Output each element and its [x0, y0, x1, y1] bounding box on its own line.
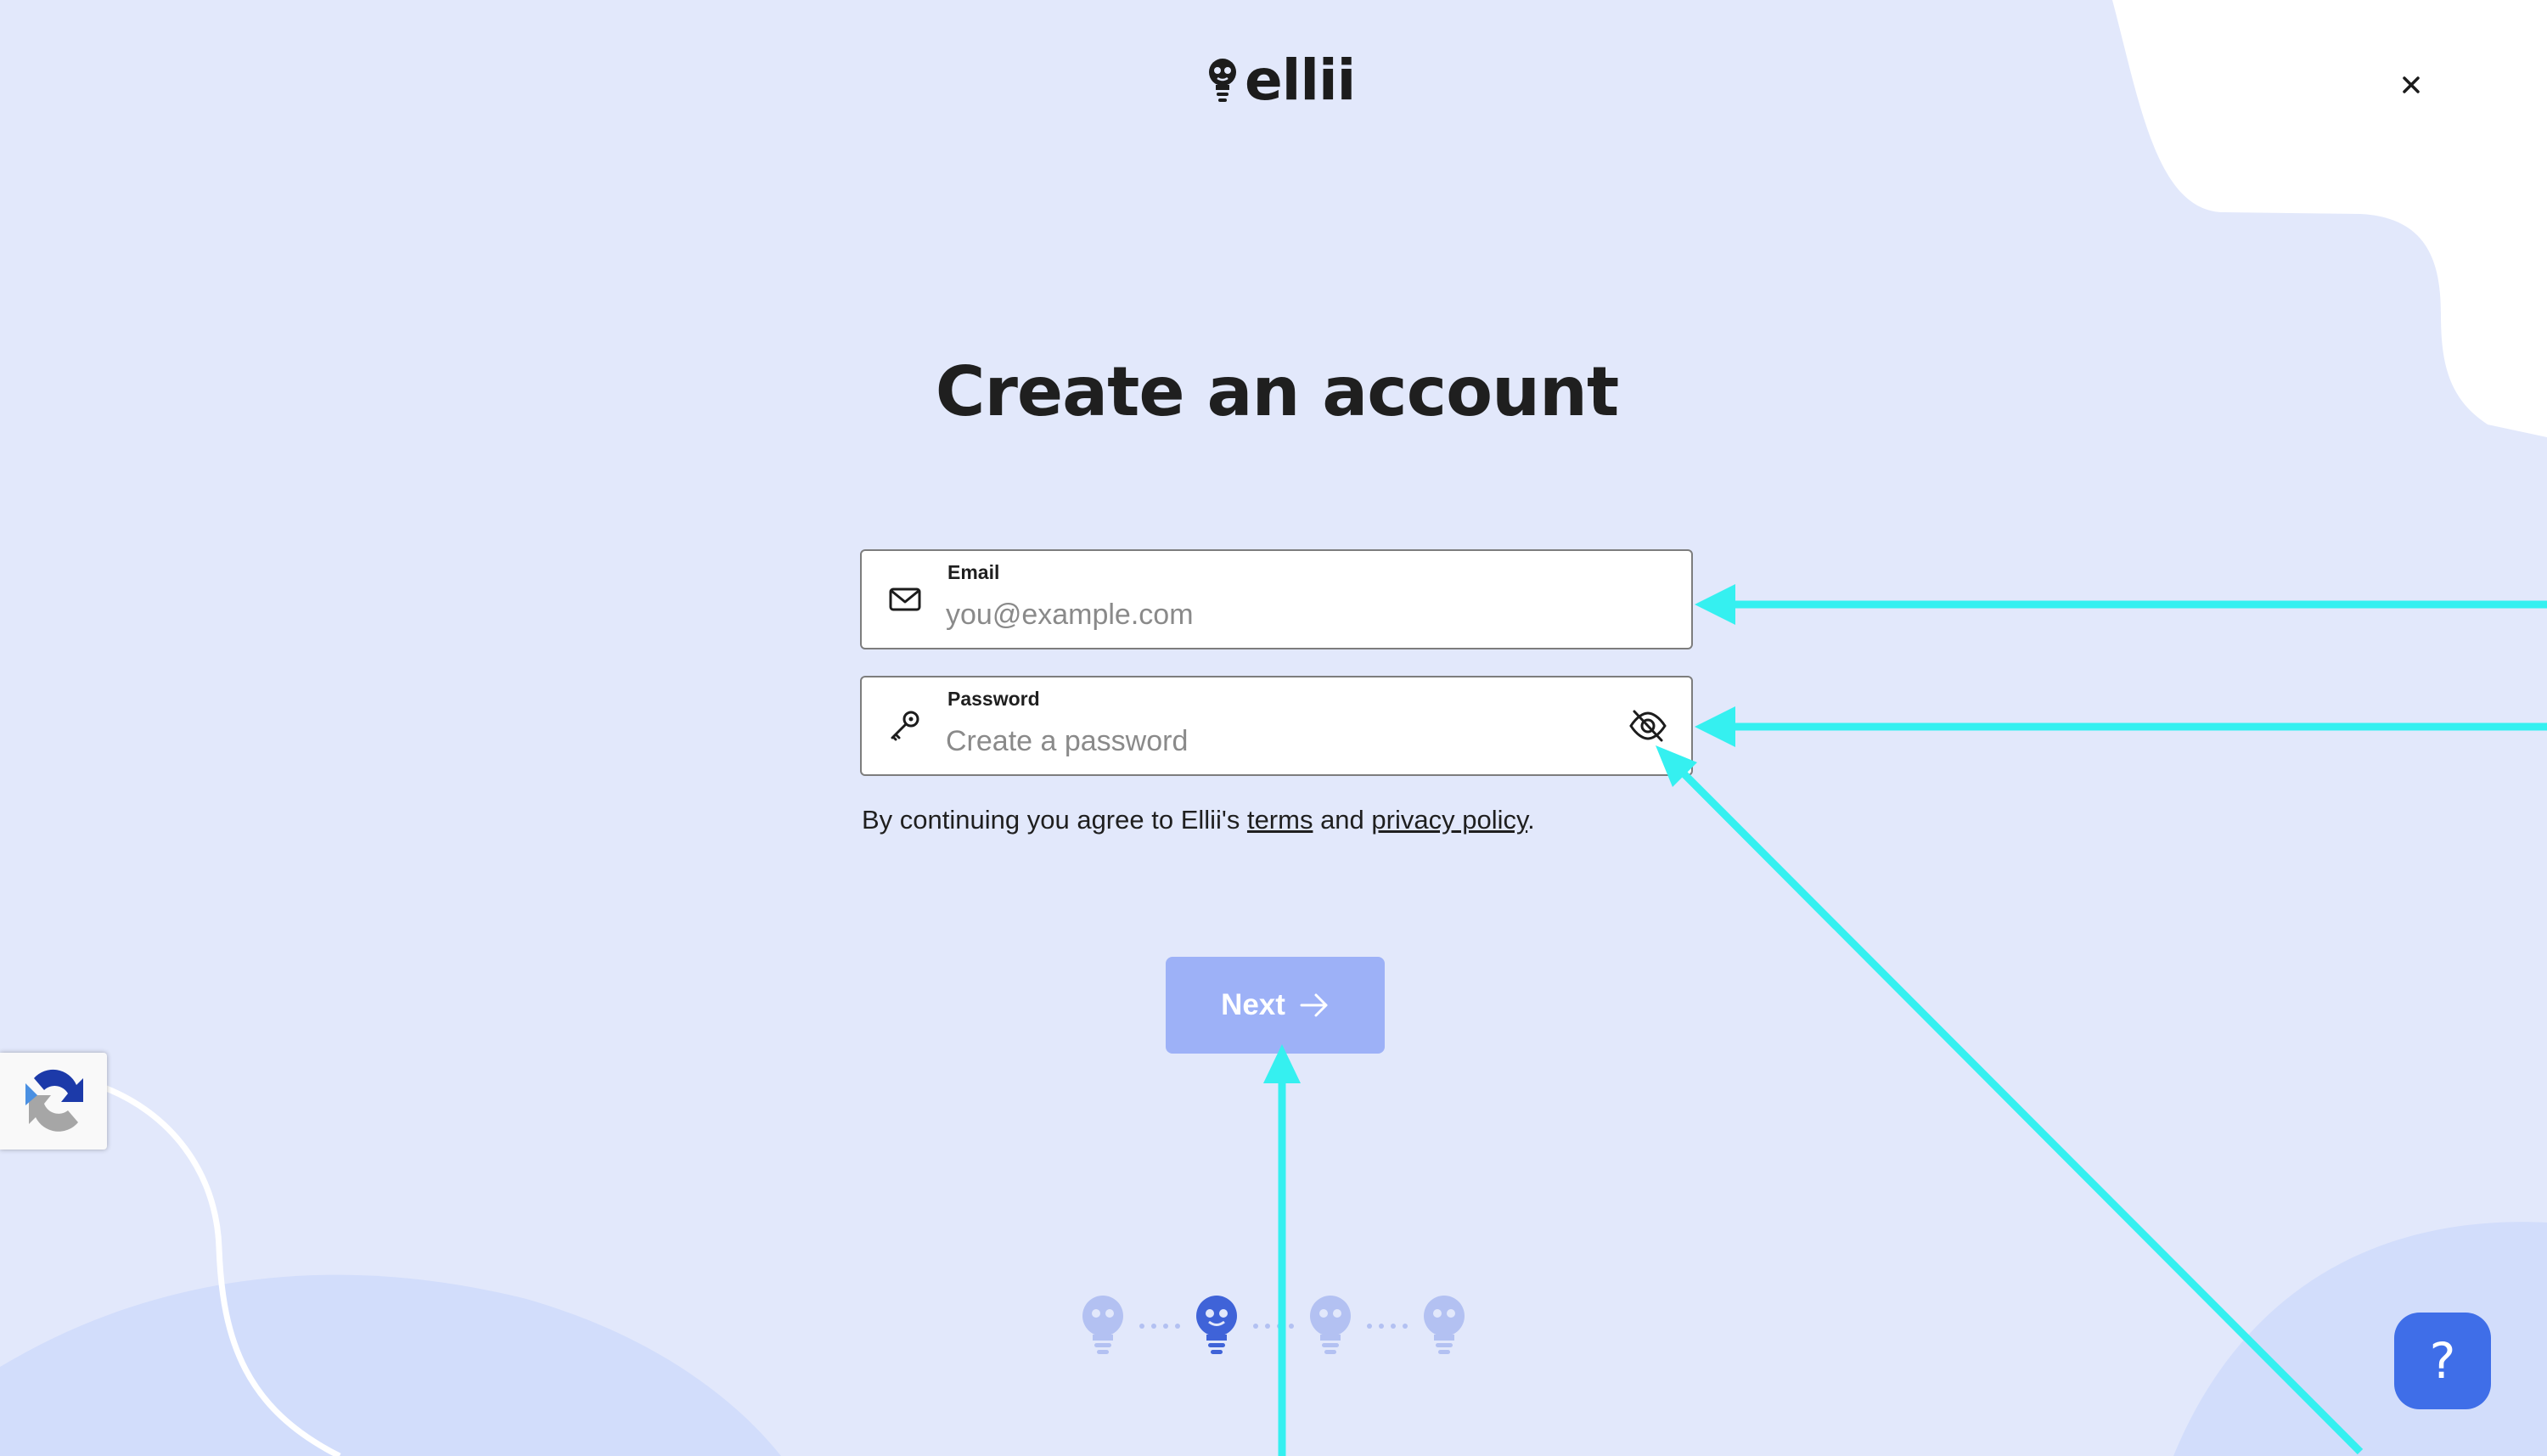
- question-icon: ?: [2429, 1332, 2456, 1390]
- envelope-icon: [889, 587, 921, 611]
- email-label: Email: [947, 561, 1000, 583]
- consent-suffix: .: [1527, 805, 1535, 835]
- step-progress-indicator: [1082, 1296, 1465, 1354]
- terms-consent-text: By continuing you agree to Ellii's terms…: [862, 805, 1535, 835]
- step-dots-1: [1139, 1324, 1180, 1329]
- close-icon: [2403, 76, 2420, 93]
- help-button[interactable]: ?: [2394, 1313, 2491, 1409]
- step-dots-3: [1367, 1324, 1408, 1329]
- ellii-logo[interactable]: ellii: [1206, 46, 1356, 114]
- recaptcha-badge[interactable]: [0, 1053, 107, 1150]
- lightbulb-logo-icon: [1209, 59, 1236, 102]
- next-button-label: Next: [1221, 988, 1285, 1021]
- consent-prefix: By continuing you agree to Ellii's: [862, 805, 1247, 835]
- page-title: Create an account: [935, 352, 1619, 431]
- email-field[interactable]: Email: [860, 549, 1693, 649]
- recaptcha-icon: [25, 1069, 83, 1132]
- password-input[interactable]: [946, 720, 1591, 762]
- step-1-bulb-icon: [1082, 1296, 1123, 1354]
- next-button[interactable]: Next: [1166, 957, 1385, 1054]
- password-field[interactable]: Password: [860, 676, 1693, 776]
- key-icon: [891, 711, 919, 741]
- password-label: Password: [947, 688, 1040, 710]
- privacy-policy-link[interactable]: privacy policy: [1371, 805, 1527, 835]
- step-dots-2: [1253, 1324, 1294, 1329]
- terms-link[interactable]: terms: [1247, 805, 1313, 835]
- consent-middle: and: [1313, 805, 1372, 835]
- eye-slash-icon[interactable]: [1627, 706, 1669, 745]
- step-3-bulb-icon: [1310, 1296, 1351, 1354]
- logo-wordmark: ellii: [1245, 47, 1356, 113]
- email-input[interactable]: [946, 593, 1591, 636]
- step-2-bulb-icon-active: [1196, 1296, 1237, 1354]
- arrow-right-icon: [1300, 993, 1328, 1017]
- step-4-bulb-icon: [1424, 1296, 1465, 1354]
- close-button[interactable]: [2386, 59, 2437, 110]
